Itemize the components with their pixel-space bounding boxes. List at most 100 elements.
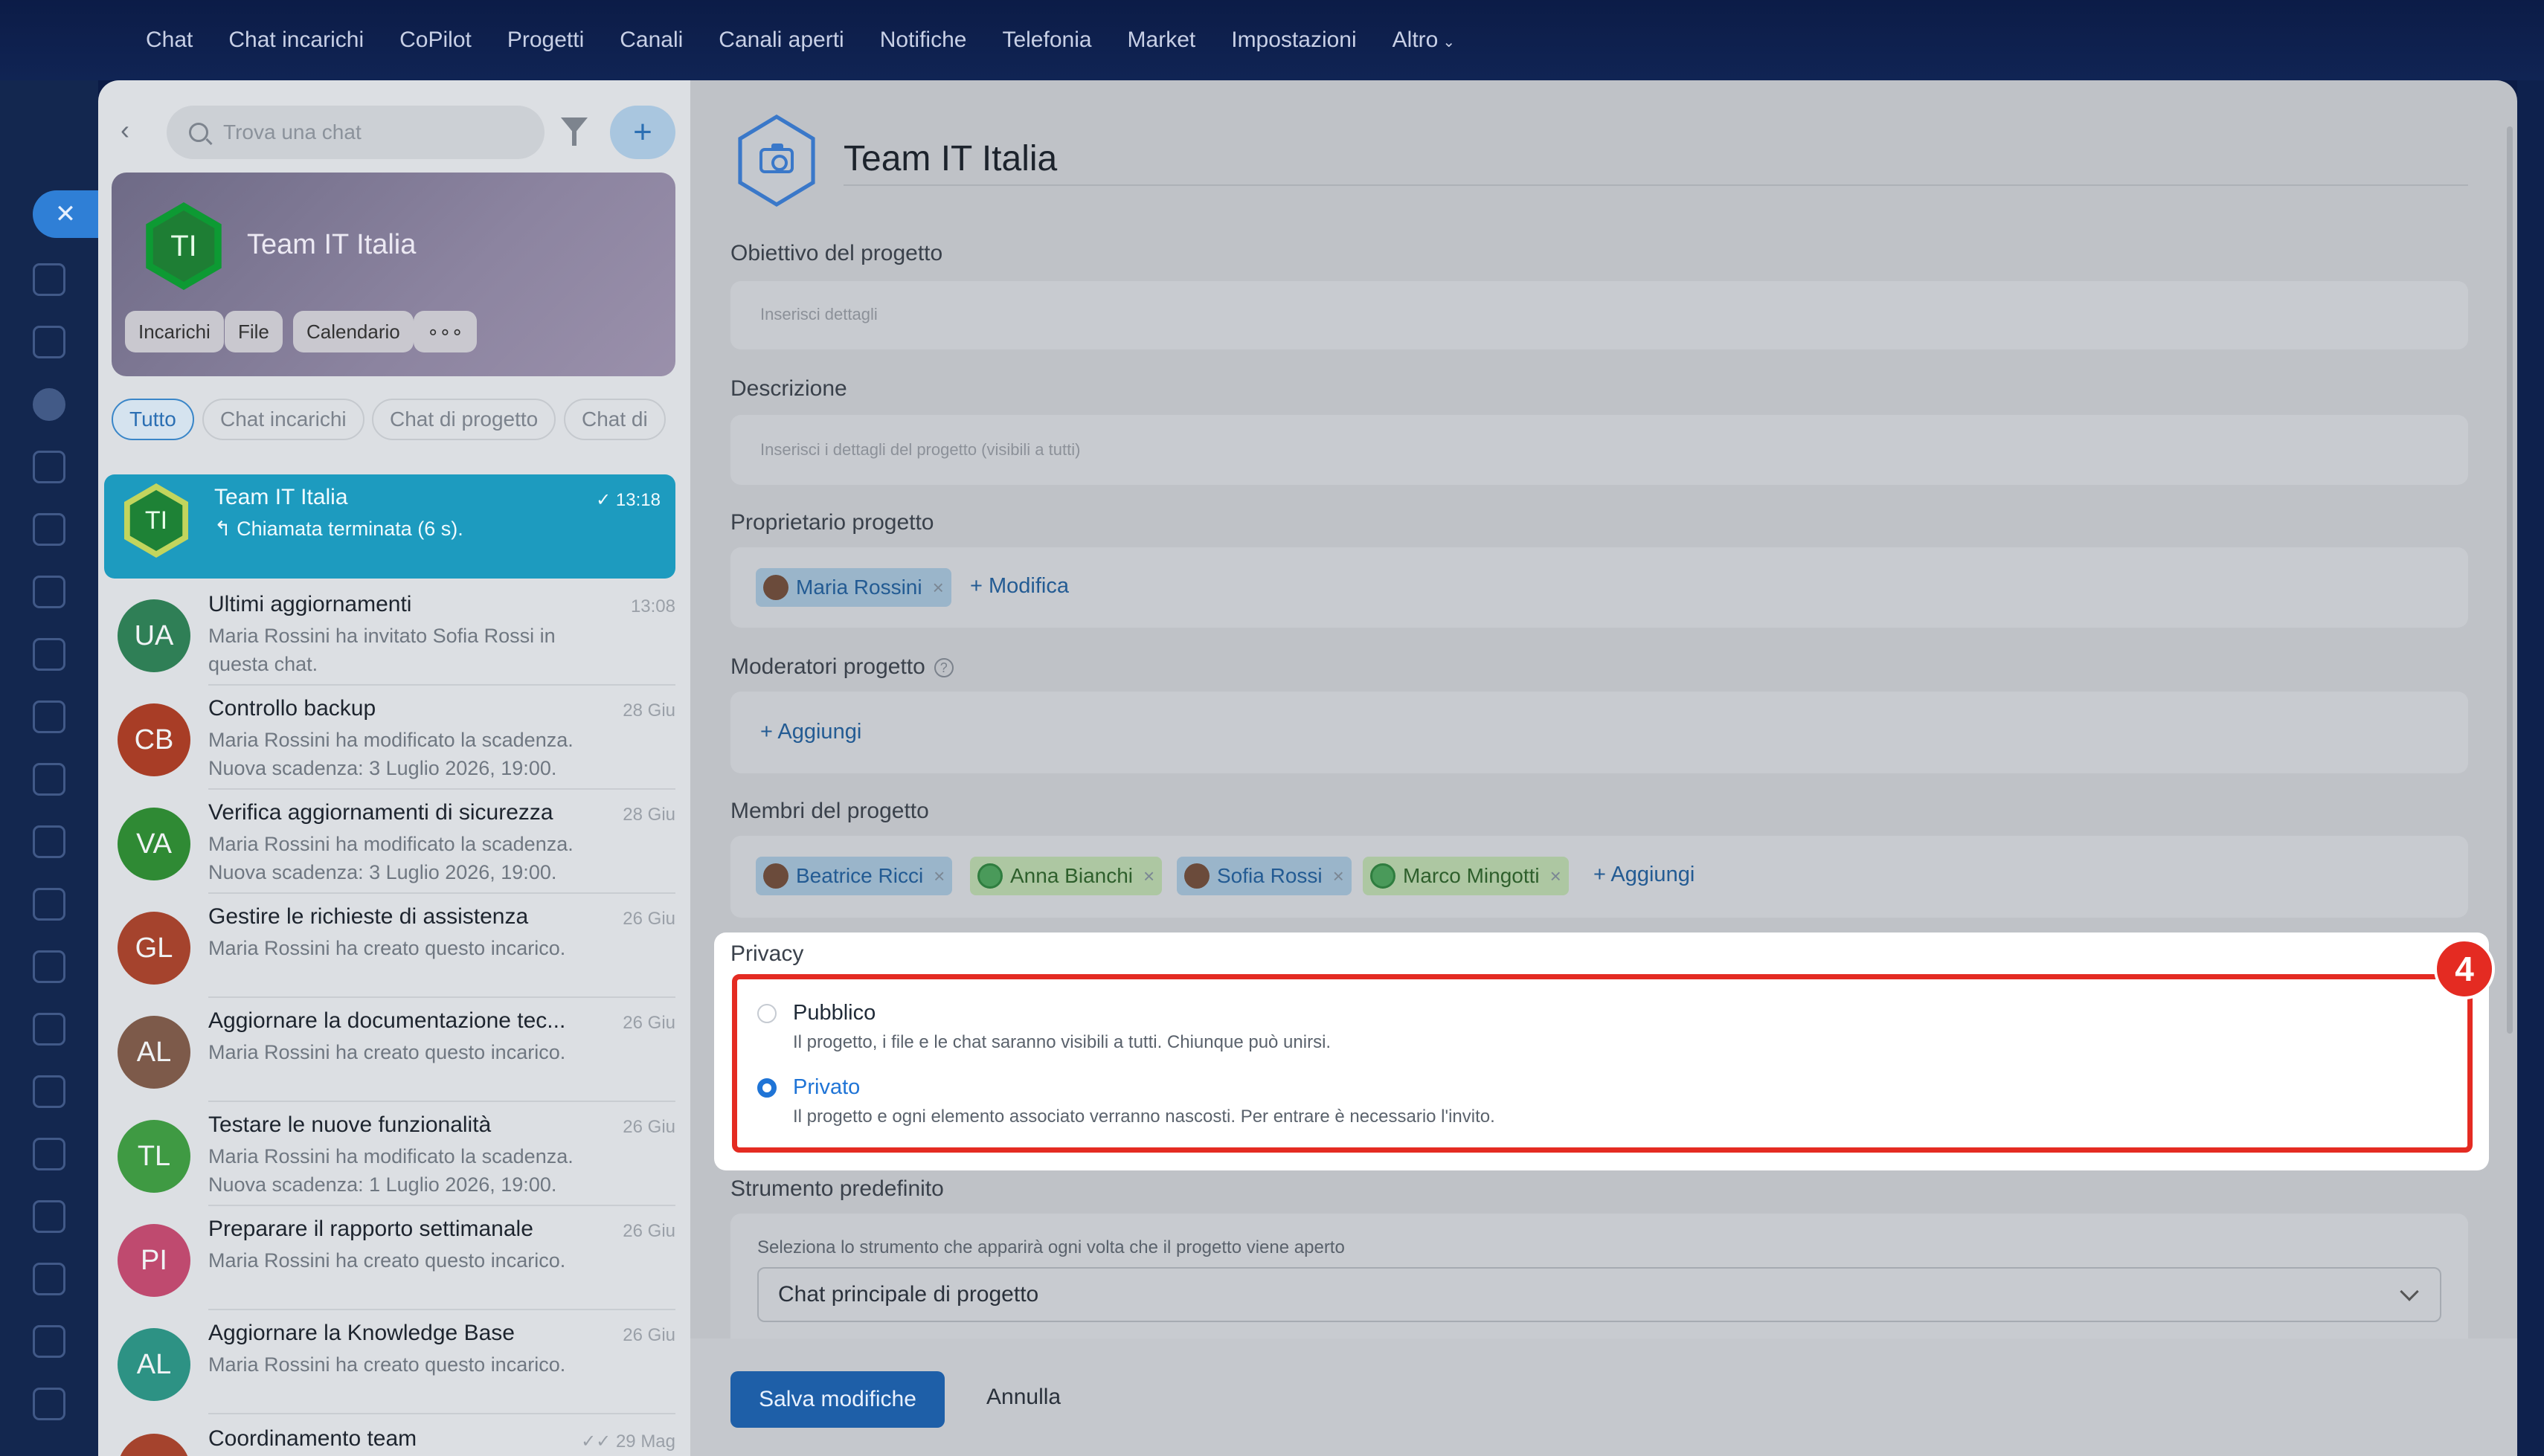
filter-icon[interactable] [561, 117, 588, 146]
filter-chat-di[interactable]: Chat di [564, 399, 666, 440]
remove-icon[interactable]: × [934, 865, 945, 888]
nav-item-progetti[interactable]: Progetti [507, 28, 584, 53]
member-chip[interactable]: Sofia Rossi × [1177, 857, 1352, 895]
owner-edit-link[interactable]: + Modifica [970, 574, 1069, 599]
documents-icon[interactable] [33, 700, 65, 733]
nav-item-chat[interactable]: Chat [146, 28, 193, 53]
background-edge [2517, 80, 2544, 1456]
objective-label: Obiettivo del progetto [730, 241, 943, 265]
chat-time: 26 Giu [623, 1117, 675, 1137]
remove-icon[interactable]: × [1333, 865, 1344, 888]
moderators-label-text: Moderatori progetto [730, 654, 925, 679]
chat-list-item[interactable]: CB Controllo backup Maria Rossini ha modif… [98, 686, 690, 790]
chat-list-item[interactable]: GL Gestire le richieste di assistenza Mari… [98, 894, 690, 998]
copilot-icon[interactable] [33, 451, 65, 483]
member-chip[interactable]: Anna Bianchi × [970, 857, 1163, 895]
chat-list-item[interactable]: TL Testare le nuove funzionalità Maria Ros… [98, 1102, 690, 1206]
avatar: TI [124, 483, 188, 558]
chat-last-message: Maria Rossini ha modificato la scadenza.… [208, 729, 574, 779]
objective-placeholder: Inserisci dettagli [760, 305, 878, 323]
nav-item-copilot[interactable]: CoPilot [399, 28, 472, 53]
sign-icon[interactable] [33, 888, 65, 921]
chat-list-item[interactable]: TI Team IT Italia ↰ Chiamata terminata (6 … [104, 474, 675, 579]
search-icon [189, 123, 208, 142]
owner-chip[interactable]: Maria Rossini × [756, 568, 951, 607]
radio-pubblico[interactable] [757, 1004, 777, 1023]
user-placeholder-icon [1370, 863, 1395, 889]
option-pubblico-label[interactable]: Pubblico [793, 1001, 876, 1025]
chat-list-item[interactable]: VA Verifica aggiornamenti di sicurezza Mar… [98, 790, 690, 894]
close-slider-button[interactable]: ✕ [33, 190, 98, 238]
messenger-icon[interactable] [33, 263, 65, 296]
avatar: UA [118, 599, 190, 672]
nav-item-telefonia[interactable]: Telefonia [1002, 28, 1091, 53]
nav-item-chat-incarichi[interactable]: Chat incarichi [228, 28, 364, 53]
chat-list-item[interactable]: Coordinamento team ✓✓ 29 Mag [98, 1416, 690, 1456]
member-chip[interactable]: Marco Mingotti × [1363, 857, 1569, 895]
filter-chat-incarichi[interactable]: Chat incarichi [202, 399, 364, 440]
chat-list-item[interactable]: UA Ultimi aggiornamenti Maria Rossini ha i… [98, 582, 690, 686]
chat-list-item[interactable]: PI Preparare il rapporto settimanale Maria… [98, 1206, 690, 1310]
scrollbar[interactable] [2507, 126, 2513, 1034]
sites-icon[interactable] [33, 1138, 65, 1170]
chat-last-message: Maria Rossini ha creato questo incarico. [208, 937, 566, 959]
filter-chat-di-progetto[interactable]: Chat di progetto [372, 399, 556, 440]
avatar [763, 575, 788, 600]
chat-time: 26 Giu [623, 1325, 675, 1345]
owner-label: Proprietario progetto [730, 510, 934, 535]
chat-title: Preparare il rapporto settimanale [208, 1217, 533, 1241]
member-chip[interactable]: Beatrice Ricci × [756, 857, 953, 895]
chat-list-item[interactable]: AL Aggiornare la Knowledge Base Maria Ross… [98, 1310, 690, 1414]
filter-tutto[interactable]: Tutto [112, 399, 194, 440]
new-chat-button[interactable]: + [610, 106, 675, 159]
owner-name: Maria Rossini [796, 576, 922, 599]
nav-item-notifiche[interactable]: Notifiche [880, 28, 967, 53]
crm-icon[interactable] [33, 638, 65, 671]
nav-item-canali[interactable]: Canali [620, 28, 683, 53]
shop-icon[interactable] [33, 1013, 65, 1046]
remove-icon[interactable]: × [1143, 865, 1154, 888]
remove-icon[interactable]: × [1550, 865, 1561, 888]
knowledge-icon[interactable] [33, 1200, 65, 1233]
automation-icon[interactable] [33, 1263, 65, 1295]
nav-item-altro[interactable]: Altro ⌄ [1393, 28, 1455, 53]
moderators-add-link[interactable]: + Aggiungi [760, 720, 861, 744]
cancel-button[interactable]: Annulla [986, 1385, 1061, 1410]
analytics-icon[interactable] [33, 1325, 65, 1358]
chip-incarichi[interactable]: Incarichi [125, 311, 224, 352]
moderators-label: Moderatori progetto? [730, 654, 954, 680]
chip-file[interactable]: File [225, 311, 283, 352]
members-add-link[interactable]: + Aggiungi [1593, 863, 1695, 887]
description-field[interactable]: Inserisci i dettagli del progetto (visib… [730, 415, 2468, 485]
chip-calendario[interactable]: Calendario [293, 311, 414, 352]
chat-search[interactable] [167, 106, 545, 159]
tasks-icon[interactable] [33, 326, 65, 358]
feed-icon[interactable] [33, 513, 65, 546]
marketing-icon[interactable] [33, 950, 65, 983]
project-title-input[interactable]: Team IT Italia [844, 138, 1057, 179]
calendar-icon[interactable] [33, 576, 65, 608]
save-button[interactable]: Salva modifiche [730, 1371, 945, 1428]
more-options-icon[interactable]: ∘∘∘ [414, 311, 477, 352]
inventory-icon[interactable] [33, 1075, 65, 1108]
remove-icon[interactable]: × [933, 576, 944, 599]
nav-item-market[interactable]: Market [1128, 28, 1196, 53]
mail-icon[interactable] [33, 825, 65, 858]
nav-item-impostazioni[interactable]: Impostazioni [1231, 28, 1356, 53]
option-privato-label[interactable]: Privato [793, 1075, 860, 1100]
back-arrow-icon[interactable]: ‹ [121, 115, 129, 146]
step-number-badge: 4 [2434, 938, 2495, 999]
camera-icon [759, 144, 794, 173]
nav-item-canali-aperti[interactable]: Canali aperti [719, 28, 844, 53]
help-icon[interactable]: ? [934, 658, 954, 677]
default-tool-select[interactable]: Chat principale di progetto [757, 1267, 2441, 1322]
objective-field[interactable]: Inserisci dettagli [730, 281, 2468, 349]
projects-icon[interactable] [33, 388, 65, 421]
left-icon-rail: ✕ [0, 80, 98, 1456]
form-footer [690, 1339, 2517, 1456]
search-input[interactable] [223, 120, 521, 144]
chat-list-item[interactable]: AL Aggiornare la documentazione tec... Mar… [98, 998, 690, 1102]
drive-icon[interactable] [33, 763, 65, 796]
edit-icon[interactable] [33, 1388, 65, 1420]
radio-privato[interactable] [757, 1078, 777, 1098]
